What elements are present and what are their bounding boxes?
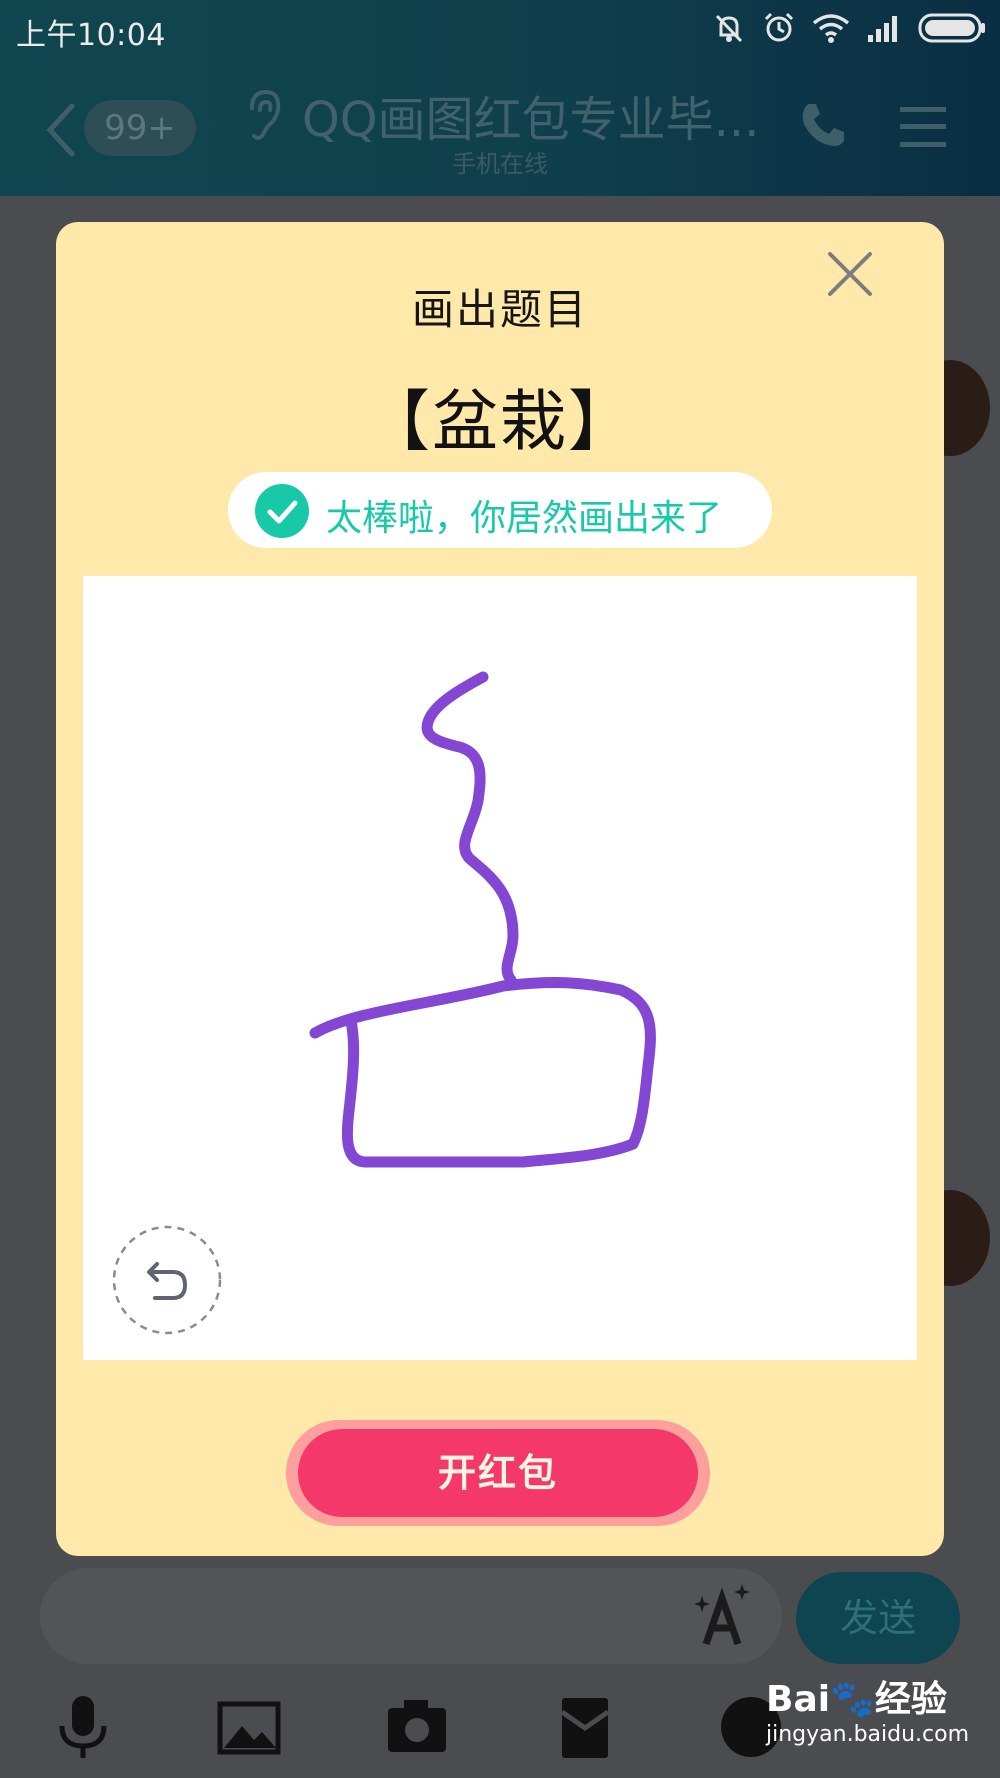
image-icon[interactable] xyxy=(214,1692,284,1762)
undo-icon[interactable] xyxy=(111,1224,223,1336)
watermark-url: jingyan.baidu.com xyxy=(766,1722,970,1747)
signal-icon xyxy=(868,16,897,42)
status-bar: 上午10:04 xyxy=(0,0,1000,56)
watermark: Bai🐾经验 jingyan.baidu.com xyxy=(766,1670,970,1756)
alarm-icon xyxy=(764,12,794,42)
status-time: 上午10:04 xyxy=(16,18,166,53)
chat-header: 99+ QQ画图红包专业毕... 手机在线 xyxy=(0,60,1000,196)
pot-outline-stroke xyxy=(309,977,656,1168)
font-style-icon[interactable] xyxy=(690,1582,756,1648)
dialog-heading: 画出题目 xyxy=(411,285,588,334)
wifi-icon xyxy=(812,14,850,43)
battery-icon xyxy=(918,13,985,43)
plant-stem-stroke xyxy=(421,671,519,986)
ear-icon xyxy=(250,89,281,140)
camera-icon[interactable] xyxy=(382,1692,452,1762)
mute-icon xyxy=(715,14,743,43)
open-red-packet-button[interactable]: 开红包 xyxy=(298,1429,698,1517)
watermark-logo: Bai🐾经验 xyxy=(766,1679,947,1720)
message-input[interactable] xyxy=(40,1568,782,1664)
microphone-icon[interactable] xyxy=(48,1692,118,1762)
puzzle-word: 【盆栽】 xyxy=(364,383,636,460)
chat-subtitle: 手机在线 xyxy=(452,150,548,178)
red-packet-icon[interactable] xyxy=(550,1692,620,1762)
menu-icon[interactable] xyxy=(898,104,948,150)
send-button[interactable]: 发送 xyxy=(796,1572,960,1664)
top-bar: 上午10:04 99+ QQ画图红包专业毕... 手机在线 xyxy=(0,0,1000,196)
phone-icon[interactable] xyxy=(798,100,848,150)
result-text: 太棒啦，你居然画出来了 xyxy=(326,498,723,539)
check-icon xyxy=(255,484,309,538)
chat-title: QQ画图红包专业毕... xyxy=(302,92,760,148)
status-icons xyxy=(712,8,986,48)
